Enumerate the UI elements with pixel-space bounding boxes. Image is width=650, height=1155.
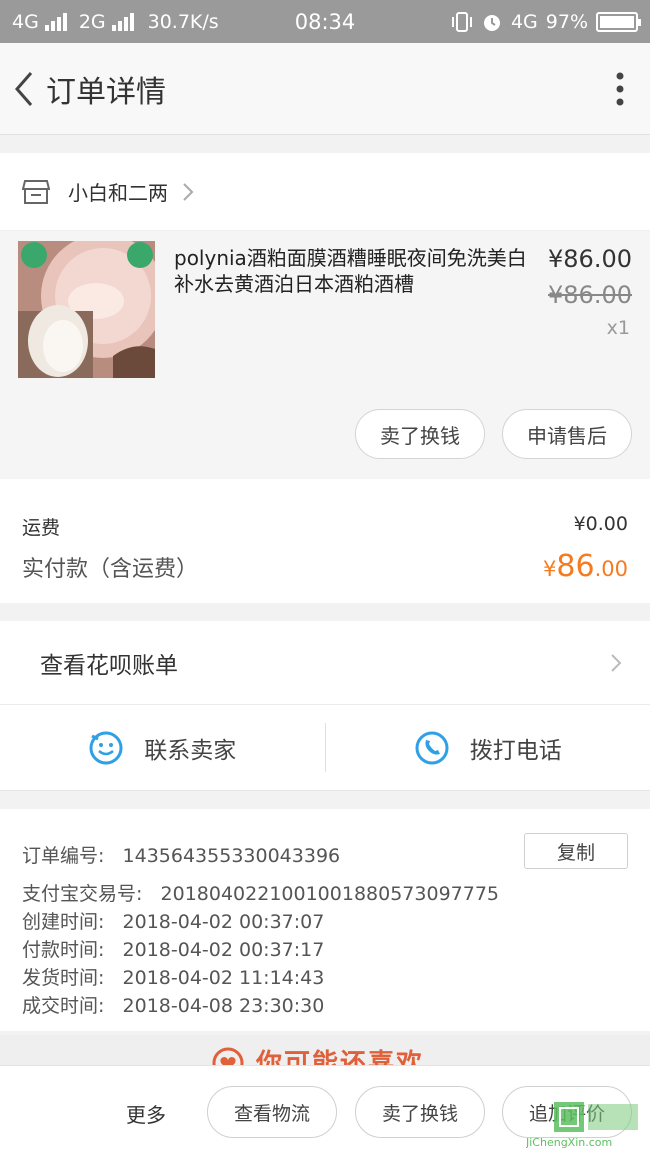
network-label: 2G xyxy=(78,10,106,33)
huabei-label: 查看花呗账单 xyxy=(40,652,178,679)
created-time-row: 创建时间: 2018-04-02 00:37:07 xyxy=(22,911,325,933)
network-label: 4G xyxy=(510,10,538,33)
recommendation-header: 你可能还喜欢 xyxy=(0,1035,650,1065)
battery-percent: 97% xyxy=(545,10,588,33)
alipay-trade-row: 支付宝交易号: 2018040221001001880573097775 xyxy=(22,883,500,905)
sell-button[interactable]: 卖了换钱 xyxy=(355,409,485,459)
call-phone-button[interactable]: 拨打电话 xyxy=(326,705,650,790)
order-number-row: 订单编号: 143564355330043396 xyxy=(22,845,341,867)
chevron-left-icon xyxy=(15,71,33,106)
after-sales-button[interactable]: 申请售后 xyxy=(502,409,632,459)
call-phone-label: 拨打电话 xyxy=(469,737,562,764)
chat-smile-icon xyxy=(89,731,123,764)
product-price: ¥86.00 xyxy=(548,245,632,273)
page-title: 订单详情 xyxy=(46,74,166,110)
recommendation-title: 你可能还喜欢 xyxy=(256,1049,425,1065)
product-image[interactable] xyxy=(18,241,155,378)
network-speed: 30.7K/s xyxy=(147,10,219,33)
contact-seller-label: 联系卖家 xyxy=(144,737,237,764)
paid-amount: ¥86.00 xyxy=(543,549,628,584)
shipping-label: 运费 xyxy=(22,517,61,539)
copy-button[interactable]: 复制 xyxy=(524,833,628,869)
vibrate-icon xyxy=(451,11,472,32)
shop-name: 小白和二两 xyxy=(68,181,168,205)
paid-label: 实付款（含运费） xyxy=(22,557,199,582)
sell-button[interactable]: 卖了换钱 xyxy=(355,1086,485,1138)
contact-seller-button[interactable]: 联系卖家 xyxy=(0,705,325,790)
fee-summary: 运费 ¥0.00 实付款（含运费） ¥86.00 xyxy=(0,479,650,603)
product-quantity: x1 xyxy=(606,317,630,339)
signal-icon xyxy=(111,12,134,31)
contact-bar: 联系卖家 拨打电话 xyxy=(0,705,650,791)
watermark-logo: JiChengXin.com xyxy=(525,1099,644,1149)
chevron-right-icon xyxy=(183,182,194,201)
product-title[interactable]: polynia酒粕面膜酒糟睡眠夜间免洗美白补水去黄酒泊日本酒粕酒槽 xyxy=(174,245,532,297)
more-button[interactable]: 更多 xyxy=(126,1099,166,1128)
chevron-right-icon xyxy=(611,653,622,672)
more-vertical-icon xyxy=(616,72,624,105)
network-label: 4G xyxy=(12,10,39,33)
huabei-bill-row[interactable]: 查看花呗账单 xyxy=(0,621,650,705)
heart-icon xyxy=(212,1047,244,1065)
done-time-row: 成交时间: 2018-04-08 23:30:30 xyxy=(22,995,325,1017)
alarm-icon xyxy=(483,14,500,31)
view-logistics-button[interactable]: 查看物流 xyxy=(207,1086,337,1138)
shipping-value: ¥0.00 xyxy=(573,513,628,535)
battery-icon xyxy=(596,11,641,32)
shop-row[interactable]: 小白和二两 xyxy=(0,153,650,231)
paid-time-row: 付款时间: 2018-04-02 00:37:17 xyxy=(22,939,325,961)
more-menu-button[interactable] xyxy=(590,43,650,135)
shop-icon xyxy=(22,179,50,204)
original-price: ¥86.00 xyxy=(548,281,632,309)
phone-icon xyxy=(415,731,449,764)
shipped-time-row: 发货时间: 2018-04-02 11:14:43 xyxy=(22,967,325,989)
order-info: 订单编号: 143564355330043396 复制 支付宝交易号: 2018… xyxy=(0,809,650,1031)
back-button[interactable] xyxy=(2,43,46,135)
order-number: 143564355330043396 xyxy=(122,845,341,867)
app-bar: 订单详情 xyxy=(0,43,650,135)
watermark-text: JiChengXin.com xyxy=(526,1136,612,1149)
signal-icon xyxy=(44,12,67,31)
alipay-trade-number: 2018040221001001880573097775 xyxy=(160,883,500,905)
product-item: polynia酒粕面膜酒糟睡眠夜间免洗美白补水去黄酒泊日本酒粕酒槽 ¥86.00… xyxy=(0,231,650,479)
status-bar: 4G 2G 30.7K/s 08:34 4G 97% xyxy=(0,0,650,43)
